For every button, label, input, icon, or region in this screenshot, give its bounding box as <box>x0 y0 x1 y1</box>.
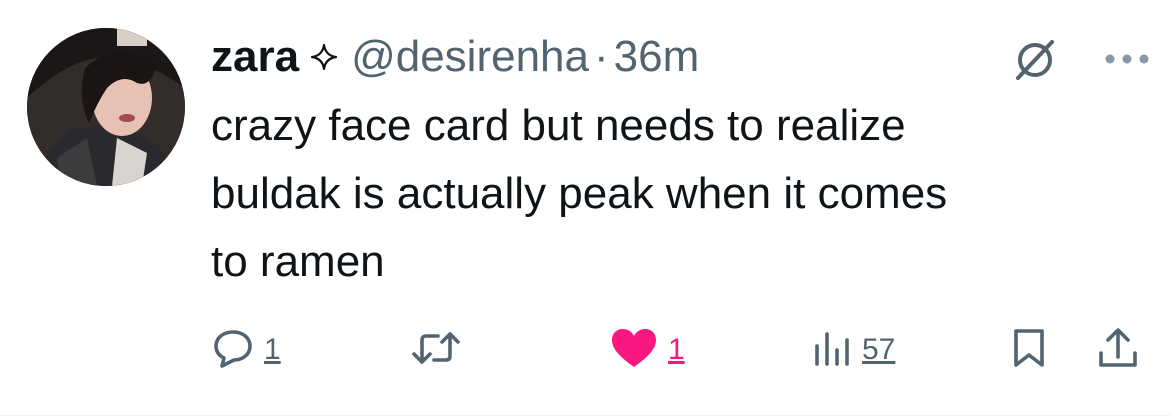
header-actions <box>1010 34 1150 89</box>
reply-button[interactable]: 1 <box>212 328 281 373</box>
post-time[interactable]: 36m <box>614 32 700 82</box>
views-button[interactable]: 57 <box>812 330 895 370</box>
post-line: buldak is actually peak when it comes <box>211 169 948 218</box>
post-line: to ramen <box>211 237 385 286</box>
mute-slash-icon[interactable] <box>1010 34 1060 89</box>
post-text: crazy face card but needs to realize bul… <box>211 92 1141 296</box>
user-handle[interactable]: @desirenha <box>351 32 589 82</box>
views-bar-chart-icon <box>812 328 852 373</box>
avatar-image <box>27 28 185 186</box>
reply-count: 1 <box>264 333 281 366</box>
display-name[interactable]: zara <box>211 32 299 82</box>
more-dots-icon[interactable] <box>1104 52 1150 71</box>
post-line: crazy face card but needs to realize <box>211 101 906 150</box>
repost-button[interactable] <box>410 330 462 370</box>
like-count: 1 <box>668 333 685 366</box>
bookmark-button[interactable] <box>1012 328 1046 370</box>
share-button[interactable] <box>1097 327 1139 370</box>
like-button[interactable]: 1 <box>610 328 685 370</box>
separator-dot: · <box>594 32 609 81</box>
sparkle-icon <box>311 44 338 70</box>
bookmark-icon <box>1012 327 1046 374</box>
heart-icon <box>610 327 658 374</box>
reply-icon <box>212 328 254 373</box>
views-count: 57 <box>862 333 896 366</box>
avatar[interactable] <box>27 28 185 186</box>
post-header: zara @desirenha · 36m <box>211 30 699 84</box>
repost-icon <box>410 328 462 373</box>
share-icon <box>1097 327 1139 374</box>
